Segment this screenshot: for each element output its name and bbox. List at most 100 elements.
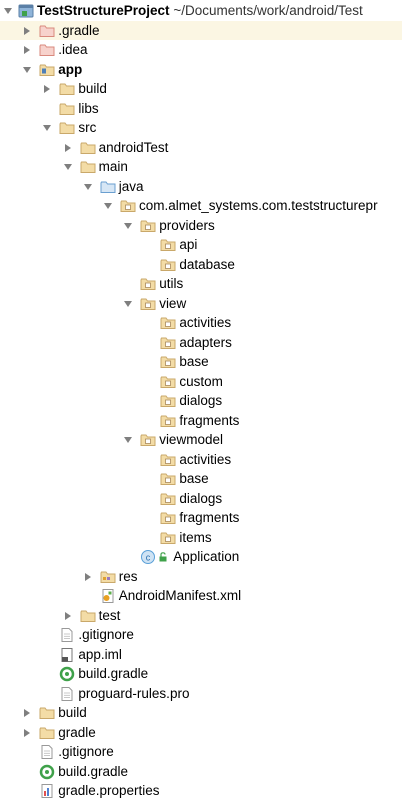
- project-root-row[interactable]: TestStructureProject ~/Documents/work/an…: [0, 1, 402, 21]
- chevron-right-icon[interactable]: [83, 572, 93, 582]
- tree-item-label: proguard-rules.pro: [78, 685, 190, 701]
- tree-row[interactable]: adapters: [0, 333, 402, 353]
- tree-row[interactable]: .gitignore: [0, 625, 402, 645]
- package-icon: [160, 317, 176, 329]
- tree-item-label: dialogs: [179, 393, 223, 408]
- package-icon: [160, 454, 176, 466]
- tree-row[interactable]: build: [0, 703, 402, 723]
- tree-row[interactable]: app: [0, 60, 402, 80]
- chevron-down-icon[interactable]: [83, 182, 93, 192]
- tree-row[interactable]: .gradle: [0, 20, 402, 40]
- tree-row[interactable]: build.gradle: [0, 762, 402, 782]
- tree-row[interactable]: providers: [0, 216, 402, 236]
- tree-item-label: view: [159, 295, 187, 311]
- package-icon: [160, 259, 176, 271]
- tree-item-label: main: [98, 159, 128, 174]
- tree-item-label: .idea: [58, 42, 88, 57]
- tree-row[interactable]: dialogs: [0, 391, 402, 411]
- tree-row[interactable]: dialogs: [0, 489, 402, 509]
- tree-row[interactable]: utils: [0, 274, 402, 294]
- tree-item-label: activities: [179, 451, 232, 467]
- tree-row[interactable]: fragments: [0, 508, 402, 528]
- class-icon: c: [141, 550, 156, 564]
- chevron-down-icon[interactable]: [123, 221, 133, 231]
- tree-item-label: .gitignore: [78, 627, 134, 642]
- tree-row[interactable]: viewmodel: [0, 430, 402, 450]
- tree-row[interactable]: res: [0, 567, 402, 587]
- tree-row[interactable]: main: [0, 157, 402, 177]
- folder-red-icon: [39, 25, 55, 37]
- package-icon: [160, 473, 176, 485]
- text-file-icon: [61, 686, 73, 701]
- package-icon: [160, 493, 176, 505]
- tree-row[interactable]: proguard-rules.pro: [0, 684, 402, 704]
- iml-file-icon: [61, 647, 73, 662]
- chevron-right-icon[interactable]: [42, 84, 52, 94]
- chevron-right-icon[interactable]: [22, 26, 32, 36]
- tree-row[interactable]: fragments: [0, 411, 402, 431]
- tree-item-label: .gradle: [58, 22, 100, 38]
- chevron-down-icon[interactable]: [42, 123, 52, 133]
- tree-row[interactable]: src: [0, 118, 402, 138]
- tree-item-label: fragments: [179, 510, 240, 525]
- folder-icon: [59, 103, 75, 115]
- tree-row[interactable]: build: [0, 79, 402, 99]
- folder-icon: [59, 122, 75, 134]
- chevron-right-icon[interactable]: [22, 45, 32, 55]
- tree-row[interactable]: app.iml: [0, 645, 402, 665]
- chevron-down-icon[interactable]: [123, 299, 133, 309]
- chevron-down-icon[interactable]: [103, 201, 113, 211]
- tree-row[interactable]: base: [0, 469, 402, 489]
- tree-row[interactable]: .idea: [0, 40, 402, 60]
- tree-row[interactable]: com.almet_systems.com.teststructurepr: [0, 196, 402, 216]
- tree-row[interactable]: base: [0, 352, 402, 372]
- tree-item-label: gradle.properties: [58, 783, 160, 798]
- tree-row[interactable]: build.gradle: [0, 664, 402, 684]
- tree-row[interactable]: test: [0, 606, 402, 626]
- tree-item-label: database: [179, 256, 235, 272]
- tree-row[interactable]: activities: [0, 313, 402, 333]
- chevron-down-icon[interactable]: [63, 162, 73, 172]
- tree-item-label: items: [179, 529, 212, 545]
- tree-item-label: adapters: [179, 334, 232, 350]
- tree-row[interactable]: .gitignore: [0, 742, 402, 762]
- chevron-down-icon[interactable]: [3, 6, 13, 16]
- tree-row[interactable]: custom: [0, 372, 402, 392]
- package-icon: [140, 278, 156, 290]
- folder-red-icon: [39, 44, 55, 56]
- svg-text:c: c: [146, 553, 151, 563]
- tree-item-label: .gitignore: [58, 744, 114, 759]
- tree-item-label: dialogs: [179, 490, 223, 506]
- tree-row[interactable]: api: [0, 235, 402, 255]
- chevron-right-icon[interactable]: [22, 728, 32, 738]
- text-file-icon: [41, 745, 53, 759]
- tree-row[interactable]: libs: [0, 99, 402, 119]
- tree-row[interactable]: c Application: [0, 547, 402, 567]
- package-icon: [160, 376, 176, 388]
- tree-row[interactable]: items: [0, 528, 402, 548]
- tree-item-label: app.iml: [78, 646, 122, 662]
- project-tree: TestStructureProject ~/Documents/work/an…: [0, 0, 402, 800]
- project-icon: [18, 4, 34, 18]
- chevron-down-icon[interactable]: [123, 435, 133, 445]
- tree-row[interactable]: view: [0, 294, 402, 314]
- tree-row[interactable]: database: [0, 255, 402, 275]
- tree-row[interactable]: androidTest: [0, 138, 402, 158]
- chevron-down-icon[interactable]: [22, 65, 32, 75]
- tree-row[interactable]: gradle: [0, 723, 402, 743]
- gradle-file-icon: [39, 764, 55, 779]
- chevron-right-icon[interactable]: [63, 143, 73, 153]
- package-icon: [160, 415, 176, 427]
- source-folder-icon: [100, 181, 116, 193]
- tree-row[interactable]: activities: [0, 450, 402, 470]
- tree-row[interactable]: AndroidManifest.xml: [0, 586, 402, 606]
- tree-item-label: AndroidManifest.xml: [118, 588, 242, 603]
- gradle-file-icon: [60, 666, 75, 682]
- tree-row[interactable]: gradle.properties: [0, 781, 402, 800]
- tree-row[interactable]: java: [0, 177, 402, 197]
- tree-item-label: custom: [179, 373, 223, 389]
- chevron-right-icon[interactable]: [22, 708, 32, 718]
- folder-icon: [80, 610, 96, 622]
- chevron-right-icon[interactable]: [63, 611, 73, 621]
- tree-item-label: test: [98, 607, 121, 623]
